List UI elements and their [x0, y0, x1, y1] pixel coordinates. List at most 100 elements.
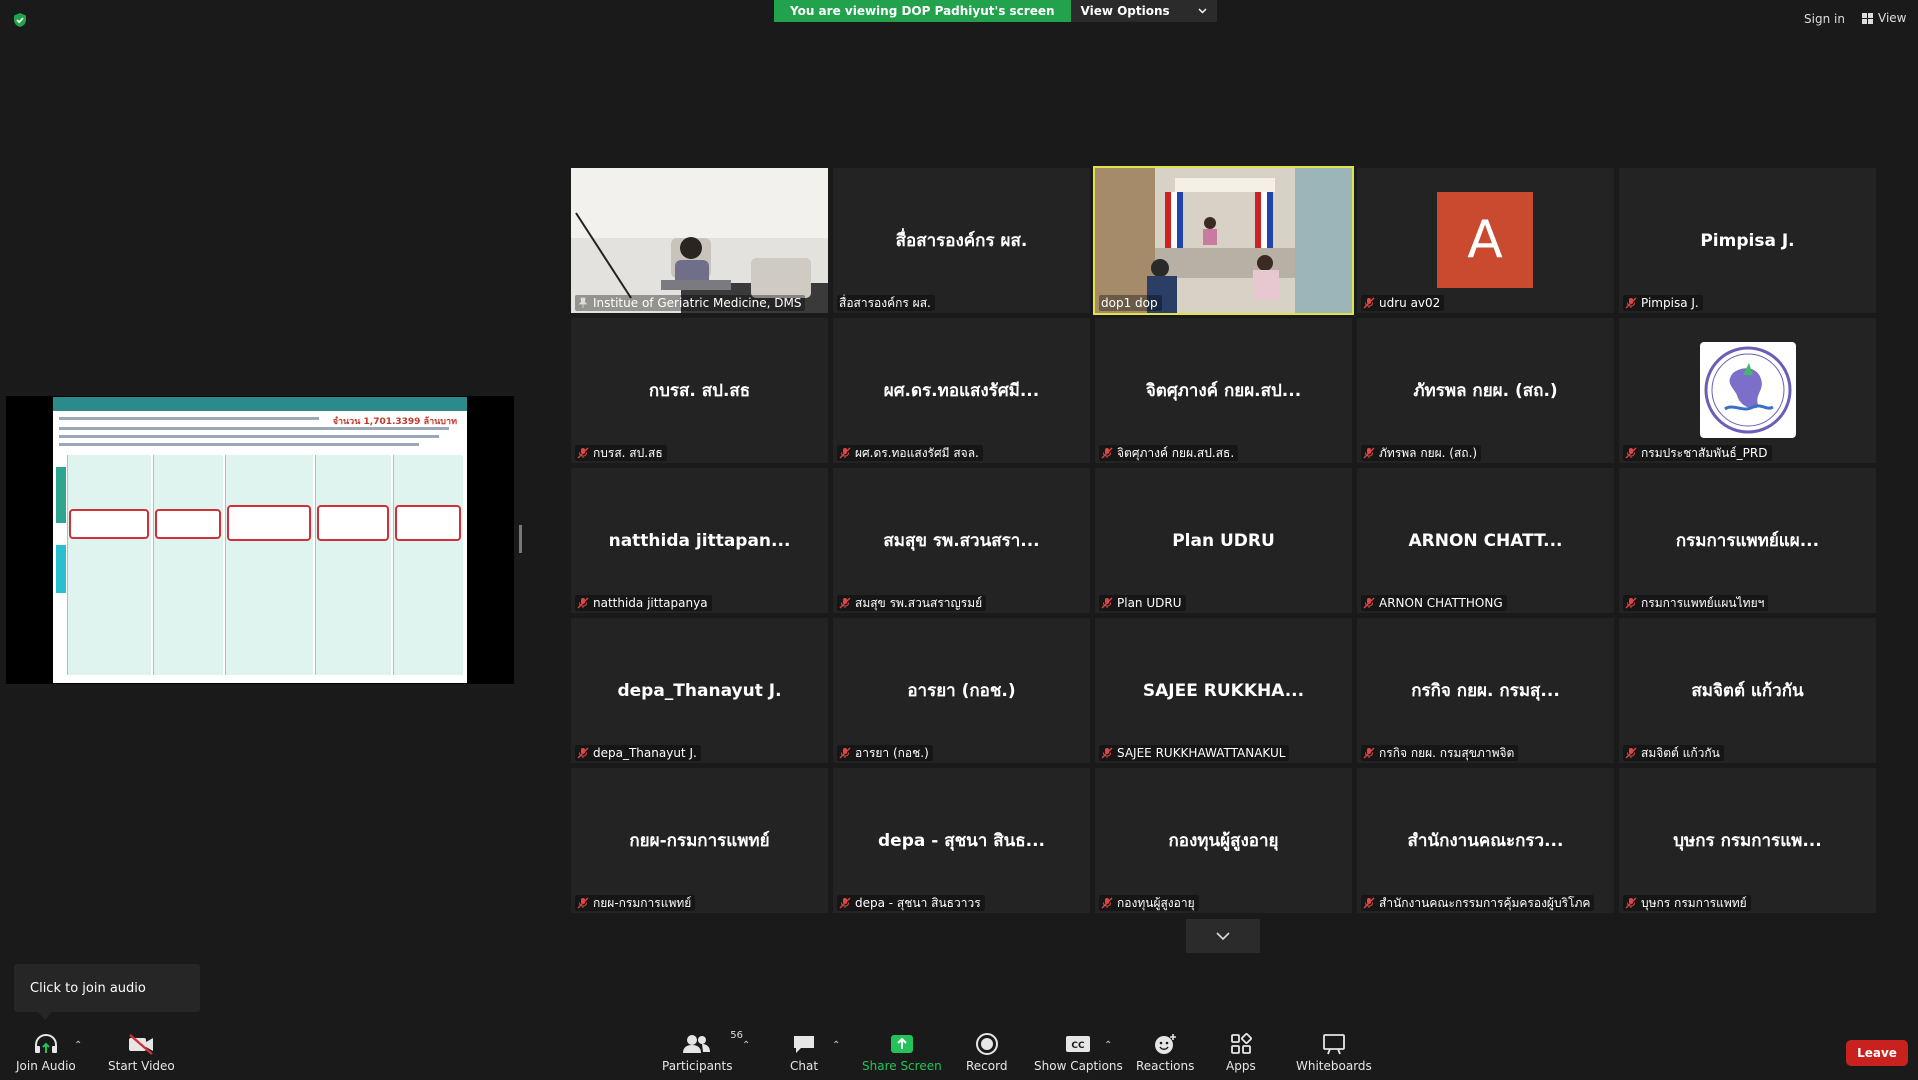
participant-tile[interactable]: depa_Thanayut J. depa_Thanayut J.: [571, 618, 828, 763]
slide-side-label: [56, 545, 66, 593]
participant-tile[interactable]: depa - สุชนา สินธ... depa - สุชนา สินธวาว…: [833, 768, 1090, 913]
mic-muted-icon: [1363, 897, 1375, 909]
participant-tile[interactable]: กรมการแพทย์แผ... กรมการแพทย์แผนไทยฯ: [1619, 468, 1876, 613]
apps-button[interactable]: Apps: [1226, 1032, 1256, 1073]
participant-tile[interactable]: ARNON CHATT... ARNON CHATTHONG: [1357, 468, 1614, 613]
reactions-button[interactable]: Reactions: [1136, 1032, 1194, 1073]
participants-icon: [683, 1035, 711, 1053]
next-page-button[interactable]: [1186, 919, 1260, 953]
viewing-screen-label: You are viewing DOP Padhiyut's screen: [774, 0, 1071, 22]
whiteboards-button[interactable]: Whiteboards: [1296, 1032, 1372, 1073]
participant-tile[interactable]: Plan UDRU Plan UDRU: [1095, 468, 1352, 613]
participant-tile[interactable]: Institue of Geriatric Medicine, DMS: [571, 168, 828, 313]
participant-tile[interactable]: Pimpisa J. Pimpisa J.: [1619, 168, 1876, 313]
participant-name-label: Institue of Geriatric Medicine, DMS: [575, 295, 806, 311]
panel-resize-handle[interactable]: [519, 525, 522, 553]
participant-display-name: Plan UDRU: [1172, 530, 1275, 551]
participant-name-label: อารยา (กอช.): [837, 745, 933, 761]
show-captions-label: Show Captions: [1034, 1059, 1123, 1073]
leave-button[interactable]: Leave: [1846, 1040, 1908, 1066]
join-audio-button[interactable]: Join Audio: [16, 1032, 76, 1073]
participant-name: ภัทรพล กยผ. (สถ.): [1379, 445, 1478, 460]
participants-caret-icon[interactable]: ⌃: [742, 1040, 750, 1051]
participant-display-name: กรกิจ กยผ. กรมสุ...: [1411, 681, 1560, 701]
participant-tile[interactable]: กยผ-กรมการแพทย์ กยผ-กรมการแพทย์: [571, 768, 828, 913]
participant-tile[interactable]: SAJEE RUKKHA... SAJEE RUKKHAWATTANAKUL: [1095, 618, 1352, 763]
mic-muted-icon: [577, 447, 589, 459]
participant-name-label: สำนักงานคณะกรรมการคุ้มครองผู้บริโภค: [1361, 895, 1595, 911]
participant-tile[interactable]: จิตศุภางค์ กยผ.สป... จิตศุภางค์ กยผ.สป.สธ…: [1095, 318, 1352, 463]
participant-tile[interactable]: สมจิตต์ แก้วกัน สมจิตต์ แก้วกัน: [1619, 618, 1876, 763]
join-audio-label: Join Audio: [16, 1059, 76, 1073]
participant-display-name: กองทุนผู้สูงอายุ: [1168, 831, 1279, 851]
chat-button[interactable]: Chat: [790, 1032, 818, 1073]
captions-caret-icon[interactable]: ⌃: [1104, 1040, 1112, 1051]
view-button[interactable]: View: [1862, 11, 1906, 25]
participant-name: บุษกร กรมการแพทย์: [1641, 895, 1747, 910]
chat-caret-icon[interactable]: ⌃: [832, 1040, 840, 1051]
svg-text:CC: CC: [1072, 1041, 1086, 1051]
chat-label: Chat: [790, 1059, 819, 1073]
participant-name-label: กรมการแพทย์แผนไทยฯ: [1623, 595, 1769, 611]
participant-tile[interactable]: natthida jittapan... natthida jittapanya: [571, 468, 828, 613]
participant-name: กบรส. สป.สธ: [593, 445, 663, 460]
participant-tile[interactable]: ผศ.ดร.ทอแสงรัศมี... ผศ.ดร.ทอแสงรัศมี สจล.: [833, 318, 1090, 463]
shield-check-icon[interactable]: [12, 12, 28, 28]
sign-in-link[interactable]: Sign in: [1804, 12, 1845, 26]
participant-name-label: SAJEE RUKKHAWATTANAKUL: [1099, 745, 1290, 761]
mic-muted-icon: [1625, 597, 1637, 609]
mic-muted-icon: [1625, 747, 1637, 759]
participant-tile[interactable]: กองทุนผู้สูงอายุ กองทุนผู้สูงอายุ: [1095, 768, 1352, 913]
participant-tile[interactable]: บุษกร กรมการแพ... บุษกร กรมการแพทย์: [1619, 768, 1876, 913]
video-off-icon: [129, 1034, 154, 1055]
participant-name-label: กบรส. สป.สธ: [575, 445, 667, 461]
mic-muted-icon: [1625, 447, 1637, 459]
participant-tile[interactable]: อารยา (กอช.) อารยา (กอช.): [833, 618, 1090, 763]
participant-tile[interactable]: สมสุข รพ.สวนสรา... สมสุข รพ.สวนสราญรมย์: [833, 468, 1090, 613]
shared-screen-panel[interactable]: จำนวน 1,701.3399 ล้านบาท: [6, 396, 514, 684]
mic-muted-icon: [1625, 297, 1637, 309]
participant-tile[interactable]: ภัทรพล กยผ. (สถ.) ภัทรพล กยผ. (สถ.): [1357, 318, 1614, 463]
reactions-smiley-icon: [1155, 1034, 1177, 1054]
share-screen-button[interactable]: Share Screen: [862, 1032, 942, 1073]
participant-name: สำนักงานคณะกรรมการคุ้มครองผู้บริโภค: [1379, 895, 1591, 910]
participant-name-label: จิตศุภางค์ กยผ.สป.สธ.: [1099, 445, 1239, 461]
view-options-button[interactable]: View Options: [1070, 0, 1217, 22]
join-audio-tooltip: Click to join audio: [14, 964, 200, 1012]
slide-column: [153, 455, 223, 675]
participant-name-label: สื่อสารองค์กร ผส.: [837, 295, 935, 311]
participant-name-label: ARNON CHATTHONG: [1361, 595, 1507, 611]
slide-text-line: [59, 443, 419, 446]
participant-name: จิตศุภางค์ กยผ.สป.สธ.: [1117, 445, 1235, 460]
start-video-button[interactable]: Start Video: [108, 1032, 175, 1073]
participant-tile[interactable]: กรกิจ กยผ. กรมสุ... กรกิจ กยผ. กรมสุขภาพจ…: [1357, 618, 1614, 763]
participant-name: กรมประชาสัมพันธ์_PRD: [1641, 445, 1768, 460]
participant-tile[interactable]: กบรส. สป.สธ กบรส. สป.สธ: [571, 318, 828, 463]
participants-button[interactable]: 56 Participants: [662, 1030, 743, 1073]
show-captions-button[interactable]: CC Show Captions: [1034, 1032, 1123, 1073]
participant-name: สมจิตต์ แก้วกัน: [1641, 745, 1720, 760]
slide-amount: จำนวน 1,701.3399 ล้านบาท: [332, 417, 457, 427]
mic-muted-icon: [1363, 747, 1375, 759]
participant-tile[interactable]: Audru av02: [1357, 168, 1614, 313]
participant-name-label: สมจิตต์ แก้วกัน: [1623, 745, 1724, 761]
view-options-label: View Options: [1080, 4, 1170, 18]
participant-name-label: กองทุนผู้สูงอายุ: [1099, 895, 1199, 911]
participant-name: สื่อสารองค์กร ผส.: [839, 295, 931, 310]
audio-options-caret-icon[interactable]: ⌃: [74, 1040, 82, 1051]
participant-name-label: สมสุข รพ.สวนสราญรมย์: [837, 595, 987, 611]
record-button[interactable]: Record: [966, 1032, 1007, 1073]
mic-muted-icon: [839, 597, 851, 609]
participant-tile[interactable]: dop1 dop: [1093, 166, 1354, 315]
participant-name: udru av02: [1379, 296, 1441, 310]
participant-tile[interactable]: สำนักงานคณะกรว... สำนักงานคณะกรรมการคุ้มค…: [1357, 768, 1614, 913]
mic-muted-icon: [1363, 447, 1375, 459]
screen-share-banner: You are viewing DOP Padhiyut's screen Vi…: [774, 0, 1217, 22]
participant-display-name: ARNON CHATT...: [1408, 530, 1563, 551]
slide-column: [315, 455, 391, 675]
participant-tile[interactable]: สื่อสารองค์กร ผส. สื่อสารองค์กร ผส.: [833, 168, 1090, 313]
participant-tile[interactable]: กรมประชาสัมพันธ์_PRD: [1619, 318, 1876, 463]
participant-name-label: กรมประชาสัมพันธ์_PRD: [1623, 445, 1772, 461]
participant-name: กรมการแพทย์แผนไทยฯ: [1641, 595, 1765, 610]
profile-logo: [1700, 342, 1796, 438]
